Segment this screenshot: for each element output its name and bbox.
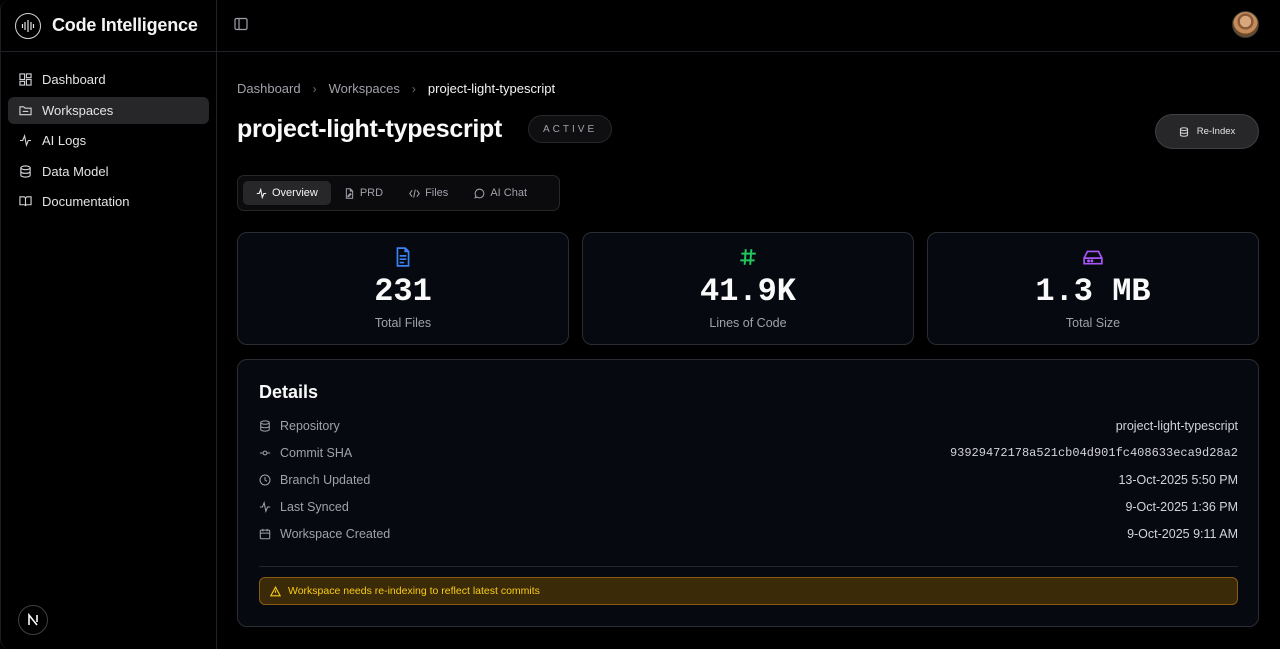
sidebar-item-label: Dashboard [42,72,106,87]
detail-value: 9-Oct-2025 1:36 PM [1125,500,1238,514]
folder-icon [18,103,32,117]
hard-drive-icon [1083,247,1103,267]
chevron-right-icon: › [312,81,317,96]
stat-label: Total Files [374,316,432,330]
layout-dashboard-icon [18,73,32,87]
breadcrumb-current: project-light-typescript [427,81,556,96]
detail-row-workspace-created: Workspace Created 9-Oct-2025 9:11 AM [259,525,1238,543]
sidebar-nav: Dashboard Workspaces AI Logs Data Model … [1,52,216,215]
hash-icon [739,247,757,267]
top-bar [217,0,1280,52]
detail-value: 9-Oct-2025 9:11 AM [1127,527,1238,541]
detail-label: Commit SHA [280,446,353,460]
details-title: Details [259,382,319,402]
sidebar-item-dashboard[interactable]: Dashboard [8,66,209,93]
warning-text: Workspace needs re-indexing to reflect l… [288,585,540,597]
brain-circuit-icon [15,12,41,39]
tab-files[interactable]: Files [396,181,461,205]
detail-value: project-light-typescript [1115,419,1238,433]
status-badge: ACTIVE [528,115,613,143]
file-pen-icon [344,187,355,199]
detail-row-branch-updated: Branch Updated 13-Oct-2025 5:50 PM [259,471,1238,489]
chevron-right-icon: › [411,81,416,96]
breadcrumb-dashboard[interactable]: Dashboard [237,81,301,96]
detail-row-commit-sha: Commit SHA 93929472178a521cb04d901fc4086… [259,444,1238,462]
sidebar-item-label: Data Model [42,163,109,179]
stat-card-lines-of-code: 41.9K Lines of Code [582,232,914,345]
page-title: project-light-typescript [237,115,503,143]
nextjs-badge[interactable] [18,605,48,635]
reindex-button[interactable]: Re-Index [1155,114,1259,149]
sidebar-item-data-model[interactable]: Data Model [8,158,209,185]
sidebar-item-ai-logs[interactable]: AI Logs [8,127,209,154]
alert-triangle-icon [270,585,281,597]
stat-label: Total Size [1065,316,1121,330]
stat-value: 231 [374,273,432,310]
sidebar-item-label: Documentation [42,194,130,209]
detail-row-last-synced: Last Synced 9-Oct-2025 1:36 PM [259,498,1238,516]
sidebar-toggle-icon[interactable] [234,17,250,33]
stats-row: 231 Total Files 41.9K Lines of Code 1.3 … [237,232,1259,345]
git-commit-icon [259,447,272,459]
tab-label: AI Chat [490,187,527,199]
activity-icon [18,134,32,148]
detail-label: Workspace Created [280,527,391,541]
tab-label: Files [425,187,449,199]
stat-label: Lines of Code [709,316,787,330]
file-text-icon [394,247,412,267]
stat-value: 41.9K [699,273,796,310]
stat-card-total-files: 231 Total Files [237,232,569,345]
detail-value: 93929472178a521cb04d901fc408633eca9d28a2 [949,446,1238,460]
database-icon [1179,126,1189,137]
stat-card-total-size: 1.3 MB Total Size [927,232,1259,345]
divider [259,566,1238,567]
tab-label: PRD [359,187,384,199]
database-icon [259,420,272,432]
activity-icon [256,187,267,199]
calendar-icon [259,528,272,540]
sidebar-item-label: Workspaces [42,102,114,118]
sidebar-item-documentation[interactable]: Documentation [8,188,209,215]
avatar[interactable] [1232,11,1259,38]
reindex-warning-banner: Workspace needs re-indexing to reflect l… [259,577,1238,605]
clock-icon [259,474,272,486]
database-icon [18,164,32,178]
detail-value: 13-Oct-2025 5:50 PM [1118,473,1238,487]
brand[interactable]: Code Intelligence [1,0,216,52]
tab-ai-chat[interactable]: AI Chat [461,181,540,205]
breadcrumb: Dashboard › Workspaces › project-light-t… [237,81,555,96]
code-icon [409,188,420,199]
detail-label: Last Synced [280,500,349,514]
reindex-label: Re-Index [1196,126,1236,137]
tab-overview[interactable]: Overview [243,181,331,205]
activity-icon [259,501,272,513]
sidebar: Code Intelligence Dashboard Workspaces A… [0,0,217,649]
sidebar-item-label: AI Logs [42,133,87,148]
breadcrumb-workspaces[interactable]: Workspaces [329,81,400,96]
detail-label: Repository [280,419,340,433]
book-open-icon [18,195,32,209]
tab-label: Overview [272,187,318,199]
sidebar-item-workspaces[interactable]: Workspaces [8,96,209,124]
detail-label: Branch Updated [280,473,371,487]
tab-bar: Overview PRD Files AI Chat [237,175,560,211]
details-card: Details Repository project-light-typescr… [237,359,1259,627]
tab-prd[interactable]: PRD [331,181,396,205]
message-circle-icon [474,188,485,199]
app-title: Code Intelligence [52,15,198,35]
detail-row-repository: Repository project-light-typescript [259,417,1238,435]
stat-value: 1.3 MB [1035,273,1151,310]
